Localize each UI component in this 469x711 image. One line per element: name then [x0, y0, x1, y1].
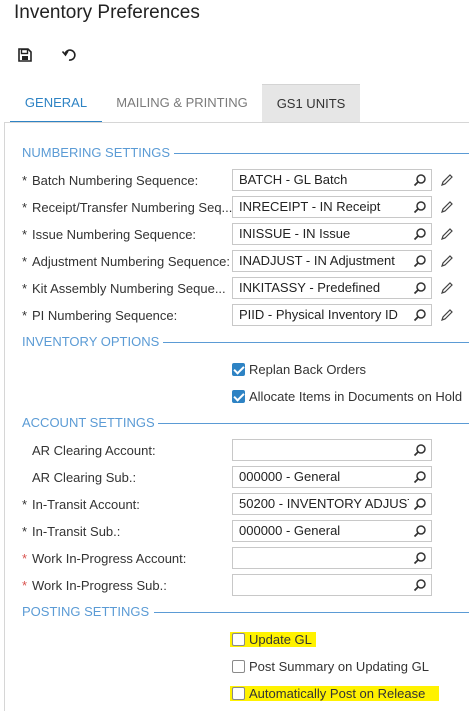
- search-icon[interactable]: [413, 254, 427, 268]
- kit-assembly-numbering-label: * Kit Assembly Numbering Seque...: [22, 281, 226, 296]
- tab-gs1-units[interactable]: GS1 UNITS: [262, 84, 360, 122]
- search-icon[interactable]: [413, 578, 427, 592]
- adjustment-numbering-label: * Adjustment Numbering Sequence:: [22, 254, 231, 269]
- edit-pencil-icon[interactable]: [440, 200, 454, 214]
- receipt-numbering-field[interactable]: INRECEIPT - IN Receipt: [232, 196, 432, 218]
- tab-general[interactable]: GENERAL: [10, 84, 102, 123]
- search-icon[interactable]: [413, 551, 427, 565]
- search-icon[interactable]: [413, 200, 427, 214]
- wip-account-label: * Work In-Progress Account:: [22, 551, 187, 566]
- undo-icon: [61, 49, 76, 61]
- adjustment-numbering-field[interactable]: INADJUST - IN Adjustment: [232, 250, 432, 272]
- allocate-items-row: Allocate Items in Documents on Hold: [232, 389, 462, 404]
- checkbox-label: Replan Back Orders: [249, 362, 367, 377]
- tab-bar: GENERAL MAILING & PRINTING GS1 UNITS: [0, 84, 469, 123]
- section-divider: [163, 342, 469, 343]
- ar-clearing-sub-label: AR Clearing Sub.:: [32, 470, 137, 485]
- checkbox-label: Automatically Post on Release: [249, 686, 426, 701]
- section-title-inventory-options: INVENTORY OPTIONS: [22, 334, 160, 349]
- checkbox-label: Post Summary on Updating GL: [249, 659, 429, 674]
- auto-post-on-release-checkbox[interactable]: [232, 687, 245, 700]
- in-transit-account-field[interactable]: 50200 - INVENTORY ADJUST: [232, 493, 432, 515]
- auto-post-release-row: Automatically Post on Release: [230, 686, 440, 701]
- ar-clearing-account-label: AR Clearing Account:: [32, 443, 156, 458]
- section-title-account-settings: ACCOUNT SETTINGS: [22, 415, 155, 430]
- search-icon[interactable]: [413, 281, 427, 295]
- search-icon[interactable]: [413, 524, 427, 538]
- edit-pencil-icon[interactable]: [440, 173, 454, 187]
- wip-sub-field[interactable]: [232, 574, 432, 596]
- wip-sub-label: * Work In-Progress Sub.:: [22, 578, 167, 593]
- edit-pencil-icon[interactable]: [440, 281, 454, 295]
- replan-back-orders-row: Replan Back Orders: [232, 362, 366, 377]
- save-button[interactable]: [14, 44, 36, 66]
- edit-pencil-icon[interactable]: [440, 227, 454, 241]
- post-summary-row: Post Summary on Updating GL: [232, 659, 429, 674]
- search-icon[interactable]: [413, 443, 427, 457]
- page-title: Inventory Preferences: [14, 2, 200, 23]
- batch-numbering-field[interactable]: BATCH - GL Batch: [232, 169, 432, 191]
- edit-pencil-icon[interactable]: [440, 308, 454, 322]
- checkbox-label: Update GL: [249, 632, 312, 647]
- kit-assembly-numbering-field[interactable]: INKITASSY - Predefined: [232, 277, 432, 299]
- checkbox-label: Allocate Items in Documents on Hold: [249, 389, 463, 404]
- search-icon[interactable]: [413, 497, 427, 511]
- batch-numbering-label: * Batch Numbering Sequence:: [22, 173, 199, 188]
- pi-numbering-label: * PI Numbering Sequence:: [22, 308, 178, 323]
- in-transit-account-label: * In-Transit Account:: [22, 497, 140, 512]
- save-icon: [18, 48, 32, 62]
- in-transit-sub-field[interactable]: 000000 - General: [232, 520, 432, 542]
- section-divider: [174, 153, 469, 154]
- search-icon[interactable]: [413, 227, 427, 241]
- ar-clearing-sub-field[interactable]: 000000 - General: [232, 466, 432, 488]
- receipt-numbering-label: * Receipt/Transfer Numbering Seq...: [22, 200, 233, 215]
- ar-clearing-account-field[interactable]: [232, 439, 432, 461]
- issue-numbering-field[interactable]: INISSUE - IN Issue: [232, 223, 432, 245]
- search-icon[interactable]: [413, 173, 427, 187]
- tab-mailing-printing[interactable]: MAILING & PRINTING: [108, 84, 256, 122]
- post-summary-checkbox[interactable]: [232, 660, 245, 673]
- section-divider: [154, 612, 469, 613]
- issue-numbering-label: * Issue Numbering Sequence:: [22, 227, 197, 242]
- wip-account-field[interactable]: [232, 547, 432, 569]
- section-title-numbering: NUMBERING SETTINGS: [22, 145, 171, 160]
- section-title-posting-settings: POSTING SETTINGS: [22, 604, 150, 619]
- replan-back-orders-checkbox[interactable]: [232, 363, 245, 376]
- edit-pencil-icon[interactable]: [440, 254, 454, 268]
- in-transit-sub-label: * In-Transit Sub.:: [22, 524, 121, 539]
- allocate-items-on-hold-checkbox[interactable]: [232, 390, 245, 403]
- search-icon[interactable]: [413, 470, 427, 484]
- section-divider: [158, 423, 469, 424]
- search-icon[interactable]: [413, 308, 427, 322]
- undo-button[interactable]: [58, 44, 80, 66]
- pi-numbering-field[interactable]: PIID - Physical Inventory ID: [232, 304, 432, 326]
- update-gl-row: Update GL: [230, 632, 316, 647]
- update-gl-checkbox[interactable]: [232, 633, 245, 646]
